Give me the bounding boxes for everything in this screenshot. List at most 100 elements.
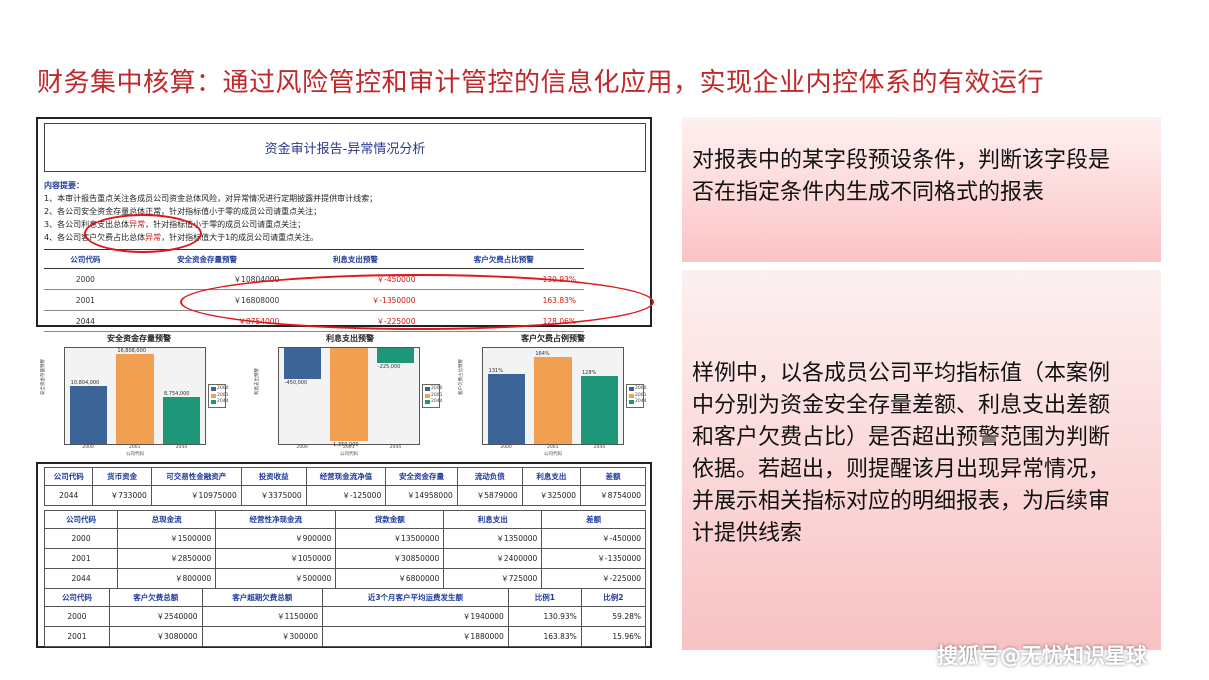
x-tick-label: 2001: [129, 445, 141, 450]
detail-table-interest: 公司代码 总现金流 经营性净现金流 贷款金额 利息支出 差额 2000 ￥1500000 ￥90…: [43, 510, 646, 589]
column-header: 贷款金额: [335, 510, 445, 529]
x-tick-label: 2044: [593, 445, 606, 450]
data-label: 8,754,000: [164, 391, 190, 398]
audit-report: 资金审计报告-异常情况分析 内容提要： 1、本审计报告重点关注各成员公司资金总体…: [36, 117, 654, 332]
x-axis-label: 公司代码: [340, 452, 358, 457]
legend-label: 2000: [635, 386, 647, 391]
column-header: 差额: [541, 510, 646, 529]
column-header: 公司代码: [44, 588, 110, 607]
panel-text: 对报表中的某字段预设条件，判断该字段是否在指定条件内生成不同格式的报表: [692, 148, 1111, 205]
legend-swatch: [211, 393, 216, 398]
table-row: 2000 ￥2540000 ￥1150000 ￥1940000 130.93% 59.28…: [44, 606, 647, 627]
detail-table-funds: 公司代码 货币资金 可交易性金融资产 投资收益 经营现金流净值 安全资金存量 流动负债 利息支…: [43, 467, 646, 506]
legend-swatch: [629, 393, 634, 398]
bar-2001: [330, 348, 368, 441]
report-heading: 资金审计报告-异常情况分析: [44, 123, 646, 172]
column-header: 可交易性金融资产: [150, 467, 242, 486]
table-row: 2044 ￥733000 ￥10975000 ￥3375000 ￥-125000 ￥149…: [43, 485, 646, 506]
x-tick-label: 2000: [296, 445, 308, 450]
plot-area: 131% 164% 128%: [482, 347, 624, 445]
explanation-panel-top: 对报表中的某字段预设条件，判断该字段是否在指定条件内生成不同格式的报表: [682, 117, 1161, 262]
x-tick-label: 2044: [175, 445, 188, 450]
bar-2000: [283, 348, 321, 379]
slide-title: 财务集中核算：通过风险管控和审计管控的信息化应用，实现企业内控体系的有效运行: [37, 68, 1045, 98]
plot-area: 10,804,000 16,808,000 8,754,000: [64, 347, 206, 445]
bar-2044: [163, 397, 201, 444]
legend-label: 2001: [431, 392, 443, 398]
highlight-oval-large: [180, 274, 654, 330]
column-header: 经营现金流净值: [305, 467, 387, 486]
x-tick-label: 2001: [547, 445, 559, 450]
x-axis-label: 公司代码: [126, 452, 144, 457]
table-row: 2044 ￥800000 ￥500000 ￥6800000 ￥725000 ￥-22500…: [43, 568, 646, 589]
bar-2000: [69, 386, 107, 444]
bar-2001: [534, 356, 572, 444]
legend-label: 2044: [635, 399, 647, 404]
data-label: 164%: [535, 350, 550, 357]
column-header: 安全资金存量: [385, 467, 458, 486]
data-label: -225,000: [378, 364, 401, 371]
chart-legend: 2000 2001 2044: [208, 384, 229, 408]
column-header: 利息支出: [521, 467, 582, 486]
column-header: 货币资金: [92, 467, 152, 486]
legend-label: 2001: [217, 392, 229, 398]
legend-swatch: [211, 400, 216, 404]
explanation-panel-bottom: 样例中，以各成员公司平均指标值（本案例中分别为资金安全存量差额、利息支出差额和客…: [682, 270, 1161, 650]
legend-label: 2001: [635, 392, 647, 398]
bar-2001: [116, 354, 154, 444]
y-axis-label: 安全资金存量预警: [41, 359, 46, 395]
chart-safe-funds: 安全资金存量预警 10,804,000 16,808,000 8,754,000 20…: [36, 333, 242, 457]
column-header: 利息支出预警: [287, 249, 424, 269]
legend-label: 2044: [217, 399, 229, 404]
plot-area: -450,000 -1,350,000 -225,000: [278, 347, 420, 448]
legend-swatch: [629, 387, 634, 391]
legend-label: 2044: [431, 399, 443, 404]
column-header: 总现金流: [117, 510, 217, 529]
chart-area: 安全资金存量预警 10,804,000 16,808,000 8,754,000 20…: [36, 333, 652, 457]
chart-legend: 2000 2001 2044: [626, 384, 647, 408]
data-label: 131%: [488, 368, 503, 375]
detail-tables: 公司代码 货币资金 可交易性金融资产 投资收益 经营现金流净值 安全资金存量 流动负债 利息支…: [36, 462, 652, 648]
chart-legend: 2000 2001 2044: [422, 384, 443, 408]
data-label: -450,000: [284, 379, 308, 386]
data-label: 128%: [582, 369, 597, 376]
panel-text: 样例中，以各成员公司平均指标值（本案例中分别为资金安全存量差额、利息支出差额和客…: [692, 361, 1111, 546]
column-header: 流动负债: [456, 467, 523, 486]
x-tick-label: 2000: [82, 445, 94, 450]
bar-2000: [487, 374, 525, 444]
column-header: 客户欠费占比预警: [423, 249, 584, 269]
legend-swatch: [425, 400, 430, 404]
column-header: 投资收益: [240, 467, 307, 486]
highlight-oval-small: [84, 214, 202, 253]
data-label: 16,808,000: [117, 348, 146, 355]
column-header: 差额: [580, 467, 646, 486]
column-header: 客户欠费总额: [108, 588, 203, 607]
column-header: 公司代码: [44, 249, 127, 269]
summary-line: 2、各公司安全资金存量总体正常，针对指标值小于零的成员公司请重点关注；: [44, 207, 322, 216]
x-axis-label: 公司代码: [544, 452, 562, 457]
x-tick-label: 2001: [343, 445, 355, 450]
x-tick-label: 2044: [389, 445, 402, 450]
column-header: 客户超期欠费总额: [201, 588, 324, 607]
watermark: 搜狐号@无忧知识星球: [937, 644, 1147, 668]
detail-table-arrears: 公司代码 客户欠费总额 客户超期欠费总额 近3个月客户平均运费发生额 比例1 比例2 200…: [44, 588, 647, 647]
summary-line: 1、本审计报告重点关注各成员公司资金总体风险，对异常情况进行定期披露并提供审计线…: [44, 194, 378, 203]
legend-swatch: [629, 400, 634, 404]
x-tick-label: 2000: [500, 445, 512, 450]
legend-swatch: [211, 387, 216, 391]
y-axis-label: 客户欠费占比预警: [459, 359, 464, 395]
chart-title: 利息支出预警: [326, 334, 374, 343]
column-header: 比例1: [507, 588, 582, 607]
legend-swatch: [425, 393, 430, 398]
y-axis-label: 利息支出预警: [255, 368, 260, 395]
chart-interest: 利息支出预警 -450,000 -1,350,000 -225,000 2000 200…: [250, 333, 450, 457]
legend-swatch: [425, 387, 430, 391]
table-row: 2001 ￥3080000 ￥300000 ￥1880000 163.83% 15.96%: [44, 626, 647, 647]
chart-title: 客户欠费占例预警: [521, 334, 585, 343]
legend-label: 2000: [217, 386, 229, 391]
bar-2044: [581, 375, 619, 444]
table-row: 2000 ￥1500000 ￥900000 ￥13500000 ￥1350000 ￥-45…: [43, 528, 646, 549]
chart-title: 安全资金存量预警: [107, 334, 171, 343]
column-header: 经营性净现金流: [215, 510, 337, 529]
summary-label: 内容提要：: [44, 181, 84, 190]
